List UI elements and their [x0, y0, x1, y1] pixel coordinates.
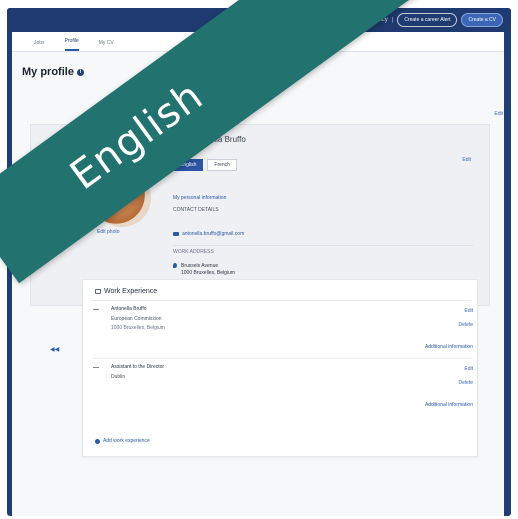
arrow-left-icon[interactable]: ◀◀ [50, 346, 59, 353]
briefcase-icon [95, 289, 101, 294]
location-pin-icon [173, 263, 177, 268]
divider [173, 245, 473, 246]
work-experience-heading: Work Experience [95, 288, 157, 295]
work-experience-card: Work Experience Antonella Bruffo Europea… [82, 279, 478, 457]
email-link[interactable]: antonella.bruffo@gmail.com [173, 231, 244, 237]
language-tabs: English French [173, 159, 237, 171]
create-job-alert-button[interactable]: Create a career Alert [397, 13, 458, 27]
profile-name: Antonella Bruffo [189, 135, 246, 144]
tab-bar: Jobs Profile My CV [12, 32, 504, 52]
top-separator: | [391, 17, 394, 23]
create-cv-button[interactable]: Create a CV [461, 13, 503, 27]
additional-info-link[interactable]: Additional information [425, 344, 473, 350]
experience-company: Dublin [111, 374, 126, 380]
delete-experience-link[interactable]: Delete [459, 322, 473, 328]
find-vacancy-link[interactable]: Find a vacancy [347, 17, 387, 23]
divider [93, 358, 473, 359]
tab-profile[interactable]: Profile [64, 32, 79, 51]
personal-info-link[interactable]: My personal information [173, 195, 226, 201]
language-tab-french[interactable]: French [207, 159, 237, 171]
language-tab-english[interactable]: English [173, 159, 204, 171]
edit-details-link[interactable]: Edit [462, 157, 471, 163]
app-window: Find a vacancy | Create a career Alert C… [7, 8, 511, 516]
experience-role: Assistant to the Director [111, 364, 165, 370]
email-text: antonella.bruffo@gmail.com [182, 231, 245, 237]
address-line-2: 1000 Bruxelles, Belgium [181, 270, 235, 276]
info-icon[interactable]: i [76, 68, 84, 76]
tab-my-cv[interactable]: My CV [99, 32, 114, 51]
experience-role: Antonella Bruffo [111, 306, 147, 312]
tab-jobs[interactable]: Jobs [34, 32, 45, 51]
contact-details-label: CONTACT DETAILS [173, 207, 219, 213]
page-title: My profile [22, 66, 74, 78]
add-work-experience-label: Add work experience [103, 438, 150, 444]
avatar [93, 169, 151, 227]
dash-icon [93, 367, 99, 368]
divider [91, 300, 471, 301]
add-work-experience-link[interactable]: Add work experience [95, 438, 150, 444]
edit-photo-link[interactable]: Edit photo [97, 229, 120, 235]
edit-profile-link[interactable]: Edit [494, 111, 503, 117]
address-line-1: Brussels Avenue [181, 263, 219, 269]
edit-experience-link[interactable]: Edit [464, 366, 473, 372]
delete-experience-link[interactable]: Delete [459, 380, 473, 386]
top-bar: Find a vacancy | Create a career Alert C… [7, 8, 511, 32]
additional-info-link[interactable]: Additional information [425, 402, 473, 408]
plus-icon [95, 438, 100, 444]
work-experience-title: Work Experience [104, 288, 158, 295]
top-actions: Find a vacancy | Create a career Alert C… [347, 13, 503, 27]
dash-icon [93, 309, 99, 310]
edit-experience-link[interactable]: Edit [464, 308, 473, 314]
page-title-wrap: My profile i [22, 66, 84, 78]
experience-location: 1000 Bruxelles, Belgium [111, 325, 165, 331]
experience-company: European Commission [111, 316, 162, 322]
page-content: Jobs Profile My CV My profile i Edit Ant… [12, 32, 504, 516]
work-address-label: WORK ADDRESS [173, 249, 214, 255]
mail-icon [173, 232, 179, 236]
